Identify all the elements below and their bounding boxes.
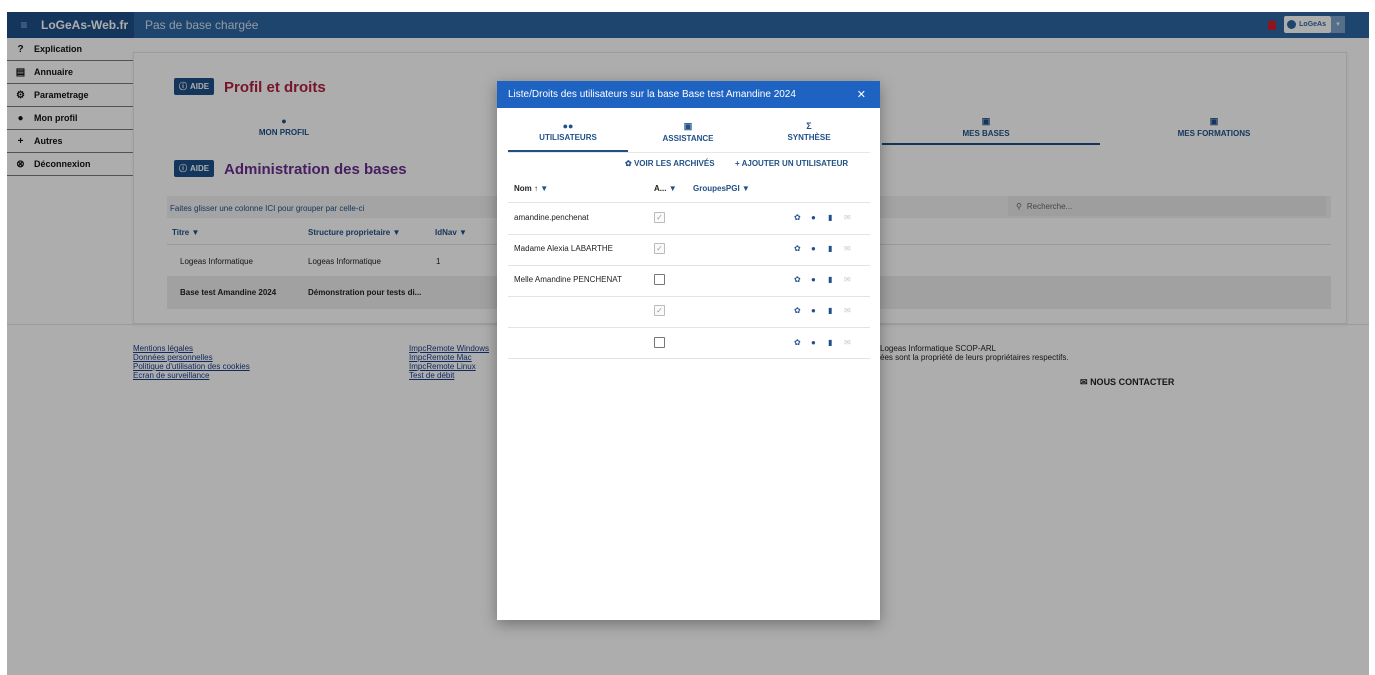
modal-title: Liste/Droits des utilisateurs sur la bas… (508, 89, 796, 100)
plus-icon: + (735, 159, 740, 168)
gear-icon[interactable]: ✿ (794, 306, 801, 315)
checkbox[interactable] (654, 337, 665, 348)
gear-icon[interactable]: ✿ (794, 275, 801, 284)
trash-icon[interactable]: ▮ (828, 275, 832, 284)
checkbox[interactable]: ✓ (654, 212, 665, 223)
filter-icon[interactable]: ▼ (540, 184, 548, 193)
trash-icon[interactable]: ▮ (828, 306, 832, 315)
mail-icon[interactable]: ✉ (844, 213, 851, 222)
tab-divider (508, 152, 870, 153)
tab-assistance[interactable]: ▣ ASSISTANCE (628, 121, 748, 143)
divider (508, 265, 870, 266)
tab-synthese[interactable]: Σ SYNTHÈSE (749, 121, 869, 142)
mail-icon[interactable]: ✉ (844, 244, 851, 253)
sort-asc-icon: ↑ (534, 184, 539, 193)
gear-icon[interactable]: ✿ (794, 244, 801, 253)
trash-icon[interactable]: ▮ (828, 213, 832, 222)
divider (508, 234, 870, 235)
divider (508, 202, 870, 203)
user-name[interactable]: amandine.penchenat (514, 213, 589, 222)
sigma-icon: Σ (806, 121, 812, 131)
filter-icon[interactable]: ▼ (742, 184, 750, 193)
tab-label: SYNTHÈSE (787, 133, 831, 142)
user-icon[interactable]: ● (811, 306, 816, 315)
gear-icon[interactable]: ✿ (794, 338, 801, 347)
user-icon[interactable]: ● (811, 244, 816, 253)
mail-icon[interactable]: ✉ (844, 338, 851, 347)
tab-indicator (508, 150, 628, 152)
tab-label: UTILISATEURS (539, 133, 597, 142)
gear-icon: ✿ (625, 159, 632, 168)
chart-icon: ▣ (683, 121, 693, 131)
divider (508, 358, 870, 359)
action-label: VOIR LES ARCHIVÉS (633, 159, 715, 168)
mail-icon[interactable]: ✉ (844, 275, 851, 284)
checkbox[interactable]: ✓ (654, 305, 665, 316)
close-icon[interactable]: ✕ (857, 88, 866, 101)
tab-label: ASSISTANCE (662, 134, 714, 143)
users-icon: ●● (562, 121, 574, 131)
column-header-groupespgi[interactable]: GroupesPGI ▼ (693, 184, 750, 193)
action-label: AJOUTER UN UTILISATEUR (741, 159, 849, 168)
trash-icon[interactable]: ▮ (828, 338, 832, 347)
tab-utilisateurs[interactable]: ●● UTILISATEURS (508, 121, 628, 142)
users-rights-modal: Liste/Droits des utilisateurs sur la bas… (497, 81, 880, 620)
column-header-nom[interactable]: Nom ↑ ▼ (514, 184, 548, 193)
filter-icon[interactable]: ▼ (669, 184, 677, 193)
gear-icon[interactable]: ✿ (794, 213, 801, 222)
checkbox[interactable]: ✓ (654, 243, 665, 254)
view-archives-button[interactable]: ✿ VOIR LES ARCHIVÉS (625, 159, 715, 168)
user-icon[interactable]: ● (811, 275, 816, 284)
modal-header: Liste/Droits des utilisateurs sur la bas… (497, 81, 880, 108)
divider (508, 296, 870, 297)
checkbox[interactable] (654, 274, 665, 285)
column-header-a[interactable]: A... ▼ (654, 184, 677, 193)
add-user-button[interactable]: + AJOUTER UN UTILISATEUR (735, 159, 848, 168)
divider (508, 327, 870, 328)
user-name[interactable]: Melle Amandine PENCHENAT (514, 275, 622, 284)
user-icon[interactable]: ● (811, 213, 816, 222)
user-name[interactable]: Madame Alexia LABARTHE (514, 244, 613, 253)
trash-icon[interactable]: ▮ (828, 244, 832, 253)
mail-icon[interactable]: ✉ (844, 306, 851, 315)
user-icon[interactable]: ● (811, 338, 816, 347)
